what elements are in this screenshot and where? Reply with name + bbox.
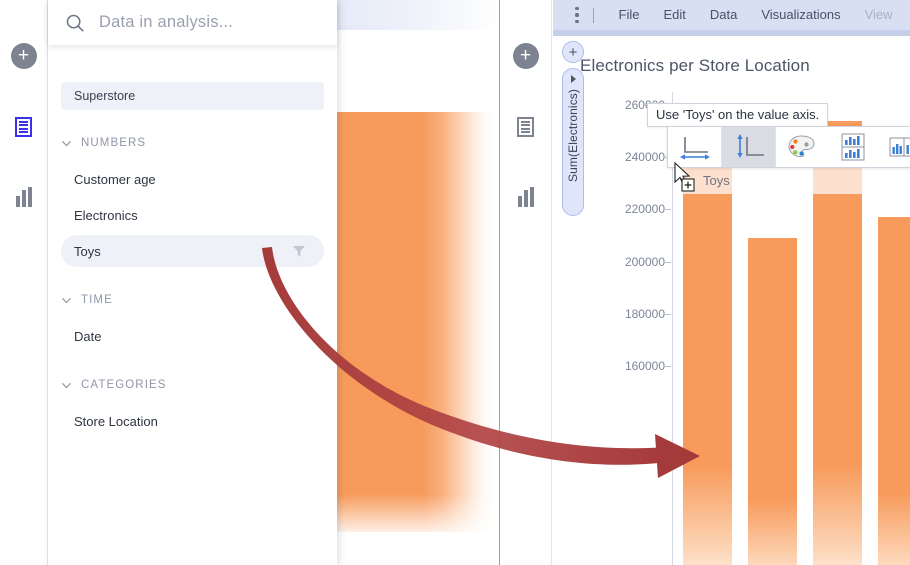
datasource-chip[interactable]: Superstore <box>61 82 324 110</box>
drag-ghost-label: Toys <box>703 173 730 188</box>
data-panel-button[interactable] <box>12 115 36 139</box>
visualization-canvas: Electronics per Store Location 260000240… <box>553 36 910 565</box>
value-axis-drop[interactable] <box>722 127 776 167</box>
menu-item-data[interactable]: Data <box>698 0 749 30</box>
field-label: Toys <box>74 244 101 259</box>
data-panel-button[interactable] <box>514 115 538 139</box>
field-toys[interactable]: Toys <box>61 235 324 267</box>
chevron-down-icon <box>61 295 72 306</box>
field-label: Store Location <box>74 414 158 429</box>
field-electronics[interactable]: Electronics <box>48 199 337 231</box>
right-menubar: File Edit Data Visualizations View <box>553 0 910 30</box>
add-button[interactable]: + <box>11 43 37 69</box>
plus-circle-icon: + <box>18 46 29 65</box>
filter-icon[interactable] <box>292 244 306 258</box>
horizontal-axis-icon <box>677 133 713 161</box>
document-list-icon <box>517 117 534 137</box>
color-palette-icon <box>786 133 818 161</box>
menu-item-view[interactable]: View <box>853 0 905 30</box>
y-axis-tick-label: 220000 <box>625 202 665 216</box>
data-in-analysis-panel: Data in analysis... Superstore NUMBERS C… <box>48 0 337 565</box>
drop-target-tooltip: Use 'Toys' on the value axis. <box>647 103 828 127</box>
search-bar[interactable]: Data in analysis... <box>48 0 337 45</box>
y-axis-tick-mark <box>665 366 671 367</box>
group-label: TIME <box>81 294 113 306</box>
data-panel-body: Superstore NUMBERS Customer age Electron… <box>48 45 337 565</box>
group-header-numbers[interactable]: NUMBERS <box>48 127 337 159</box>
field-customer-age[interactable]: Customer age <box>48 163 337 195</box>
search-icon <box>64 12 86 34</box>
plus-circle-icon: + <box>520 46 531 65</box>
drop-target-toolbar <box>667 126 910 168</box>
vertical-axis-icon <box>731 133 767 161</box>
drag-copy-cursor <box>673 162 699 192</box>
bar-chart-icon <box>16 187 32 207</box>
bar[interactable] <box>748 238 797 565</box>
chevron-down-icon <box>61 380 72 391</box>
visualization-button[interactable] <box>12 185 36 209</box>
menu-item-visualizations[interactable]: Visualizations <box>749 0 852 30</box>
trellis-rows-drop[interactable] <box>827 127 878 167</box>
field-label: Date <box>74 329 101 344</box>
search-input[interactable]: Data in analysis... <box>99 13 233 32</box>
menu-item-edit[interactable]: Edit <box>651 0 697 30</box>
y-axis-tick-label: 240000 <box>625 150 665 164</box>
right-icon-rail: + <box>500 0 552 565</box>
value-axis-add-button[interactable]: + <box>562 41 584 63</box>
background-fade-overlay <box>443 68 499 565</box>
group-label: NUMBERS <box>81 137 146 149</box>
y-axis-tick-label: 180000 <box>625 307 665 321</box>
field-label: Customer age <box>74 172 156 187</box>
add-button[interactable]: + <box>513 43 539 69</box>
drop-toolbar-group <box>776 127 910 167</box>
screenshot-root: ns View Tools + <box>0 0 910 565</box>
group-header-categories[interactable]: CATEGORIES <box>48 369 337 401</box>
y-axis-tick-mark <box>665 262 671 263</box>
drag-ghost-toys: Toys <box>675 166 910 194</box>
value-axis-label: Sum(Electronics) <box>566 89 580 182</box>
page-title: Electronics per Store Location <box>580 56 810 76</box>
field-date[interactable]: Date <box>48 320 337 352</box>
trellis-columns-icon <box>888 132 910 162</box>
triangle-right-icon <box>571 75 576 83</box>
visualization-button[interactable] <box>514 185 538 209</box>
document-list-icon <box>15 117 32 137</box>
color-drop[interactable] <box>776 127 827 167</box>
bar-chart-icon <box>518 187 534 207</box>
field-label: Electronics <box>74 208 138 223</box>
field-store-location[interactable]: Store Location <box>48 405 337 437</box>
chevron-down-icon <box>61 138 72 149</box>
background-icon-rail: + <box>0 0 48 565</box>
value-axis-selector[interactable]: Sum(Electronics) <box>562 68 584 216</box>
bar[interactable] <box>878 217 910 565</box>
y-axis-tick-mark <box>665 209 671 210</box>
group-header-time[interactable]: TIME <box>48 284 337 316</box>
more-options-icon[interactable] <box>575 7 579 24</box>
y-axis-tick-mark <box>665 314 671 315</box>
trellis-columns-drop[interactable] <box>878 127 910 167</box>
trellis-rows-icon <box>838 132 868 162</box>
menubar-separator <box>593 8 594 23</box>
menu-item-file[interactable]: File <box>607 0 652 30</box>
y-axis-tick-label: 160000 <box>625 359 665 373</box>
foreground-analysis-window: File Edit Data Visualizations View + Ele <box>500 0 910 565</box>
y-axis-tick-label: 200000 <box>625 255 665 269</box>
datasource-label: Superstore <box>74 89 135 103</box>
category-axis-drop[interactable] <box>668 127 722 167</box>
group-label: CATEGORIES <box>81 379 167 391</box>
